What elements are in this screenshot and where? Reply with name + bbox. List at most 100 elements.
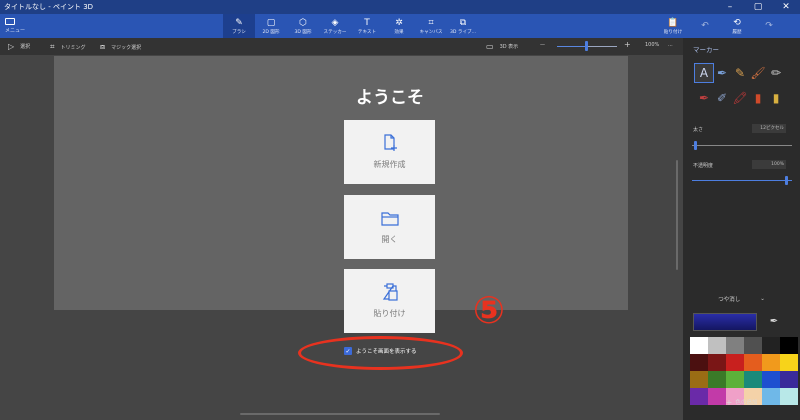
color-swatch[interactable]	[708, 337, 726, 354]
opacity-slider-thumb[interactable]	[785, 176, 788, 185]
opacity-label: 不透明度	[693, 163, 714, 169]
color-swatch[interactable]	[690, 354, 708, 371]
color-swatch[interactable]	[690, 337, 708, 354]
paste-button[interactable]: 貼り付け	[344, 269, 435, 333]
close-button[interactable]: ✕	[772, 0, 800, 14]
tool-label: 効果	[394, 29, 404, 35]
size-slider-thumb[interactable]	[694, 141, 697, 150]
finish-dropdown[interactable]: つや消し ⌄	[683, 289, 800, 309]
tool-3d-shapes[interactable]: ⬡ 3D 図形	[287, 14, 319, 38]
add-color-button[interactable]: + 色の追加	[683, 395, 800, 409]
color-swatch[interactable]	[726, 371, 744, 388]
menu-label: メニュー	[5, 28, 26, 34]
paste-tool-button[interactable]: 📋 貼り付け	[657, 14, 689, 38]
horizontal-scrollbar[interactable]	[240, 413, 440, 415]
pencil-icon[interactable]: ✒	[695, 89, 713, 107]
ribbon-toolbar: メニュー ✎ ブラシ ▢ 2D 図形 ⬡ 3D 図形 ◈ ステッカー T テキス…	[0, 14, 800, 38]
color-swatch[interactable]	[708, 371, 726, 388]
clipboard-icon: 📋	[667, 17, 679, 28]
color-swatch[interactable]	[780, 354, 798, 371]
crayon-icon[interactable]: 🖍	[731, 89, 749, 107]
new-file-label: 新規作成	[373, 160, 406, 169]
color-swatch[interactable]	[744, 337, 762, 354]
tool-label: ステッカー	[323, 29, 347, 35]
zoom-in-button[interactable]: +	[624, 40, 631, 49]
color-swatch[interactable]	[762, 371, 780, 388]
sticker-icon: ◈	[331, 17, 339, 28]
magic-select-label: マジック選択	[111, 44, 142, 51]
magic-select-button[interactable]: ⧈ マジック選択	[100, 42, 141, 52]
color-swatch[interactable]	[780, 371, 798, 388]
color-swatch[interactable]	[762, 354, 780, 371]
redo-button[interactable]: ↷	[753, 14, 785, 38]
watercolor-icon[interactable]: 🖌	[749, 64, 767, 82]
zoom-out-button[interactable]: —	[540, 42, 545, 48]
color-swatch[interactable]	[708, 354, 726, 371]
maximize-button[interactable]: ▢	[744, 0, 772, 14]
color-swatch[interactable]	[780, 337, 798, 354]
plus-icon: +	[725, 397, 733, 407]
color-swatch[interactable]	[744, 371, 762, 388]
tool-brush[interactable]: ✎ ブラシ	[223, 14, 255, 38]
tool-label: 貼り付け	[663, 29, 683, 35]
view-3d-button[interactable]: ▭ 3D 表示	[486, 42, 518, 51]
open-button[interactable]: 開く	[344, 195, 435, 259]
eyedropper-icon[interactable]: ✒	[767, 315, 781, 329]
sub-toolbar: ▷ 選択 ⌗ トリミング ⧈ マジック選択 ▭ 3D 表示 — + 100% .…	[0, 38, 683, 55]
step-number: ⑤	[472, 288, 506, 332]
minimize-button[interactable]: –	[716, 0, 744, 14]
tool-3d-library[interactable]: ⧉ 3D ライブ...	[447, 14, 479, 38]
text-icon: T	[364, 17, 370, 28]
opacity-value-input[interactable]: 100%	[752, 160, 786, 169]
size-slider-track[interactable]	[692, 145, 792, 146]
highlight-ellipse	[298, 336, 463, 370]
new-file-button[interactable]: 新規作成	[344, 120, 435, 184]
pixel-pen-icon[interactable]: ✏	[767, 64, 785, 82]
tool-label: 3D ライブ...	[449, 29, 477, 35]
tool-label: キャンバス	[419, 29, 443, 35]
zoom-level: 100%	[645, 42, 660, 48]
tool-effects[interactable]: ✲ 効果	[383, 14, 415, 38]
tool-canvas[interactable]: ⌗ キャンバス	[415, 14, 447, 38]
size-value-input[interactable]: 12ピクセル	[752, 124, 786, 133]
spray-can-icon[interactable]: ▮	[749, 89, 767, 107]
marker-brush-icon[interactable]: A	[694, 63, 714, 83]
current-color-swatch[interactable]	[693, 313, 757, 331]
color-swatch[interactable]	[762, 337, 780, 354]
tool-stickers[interactable]: ◈ ステッカー	[319, 14, 351, 38]
view-3d-label: 3D 表示	[499, 44, 519, 50]
view-3d-icon: ▭	[486, 42, 494, 51]
color-swatch[interactable]	[726, 337, 744, 354]
menu-button[interactable]: メニュー	[3, 16, 33, 36]
more-options-button[interactable]: ...	[668, 42, 673, 48]
calligraphy-pen-icon[interactable]: ✒	[713, 64, 731, 82]
color-swatch[interactable]	[690, 371, 708, 388]
undo-button[interactable]: ↶	[689, 14, 721, 38]
history-button[interactable]: ⟲ 履歴	[721, 14, 753, 38]
add-color-label: 色の追加	[735, 400, 758, 406]
undo-icon: ↶	[701, 21, 709, 31]
oil-brush-icon[interactable]: ✎	[731, 64, 749, 82]
zoom-slider-fill	[557, 46, 587, 47]
open-label: 開く	[381, 235, 398, 244]
select-button[interactable]: ▷ 選択	[8, 42, 30, 51]
opacity-slider-track[interactable]	[692, 180, 792, 181]
color-swatch[interactable]	[726, 354, 744, 371]
redo-icon: ↷	[765, 21, 773, 31]
magic-select-icon: ⧈	[100, 42, 106, 51]
tool-text[interactable]: T テキスト	[351, 14, 383, 38]
tool-label: ブラシ	[232, 29, 246, 35]
zoom-slider-thumb[interactable]	[585, 41, 588, 51]
crop-button[interactable]: ⌗ トリミング	[50, 42, 86, 52]
select-label: 選択	[20, 44, 31, 50]
eraser-icon[interactable]: ✐	[713, 89, 731, 107]
tool-label: 2D 図形	[262, 29, 280, 35]
color-swatch[interactable]	[744, 354, 762, 371]
fill-bucket-icon[interactable]: ▮	[767, 89, 785, 107]
welcome-title: ようこそ	[356, 88, 424, 108]
brush-icon: ✎	[235, 17, 243, 28]
history-icon: ⟲	[733, 17, 741, 28]
vertical-scrollbar[interactable]	[676, 160, 678, 270]
tool-2d-shapes[interactable]: ▢ 2D 図形	[255, 14, 287, 38]
window-title: タイトルなし - ペイント 3D	[4, 3, 94, 11]
